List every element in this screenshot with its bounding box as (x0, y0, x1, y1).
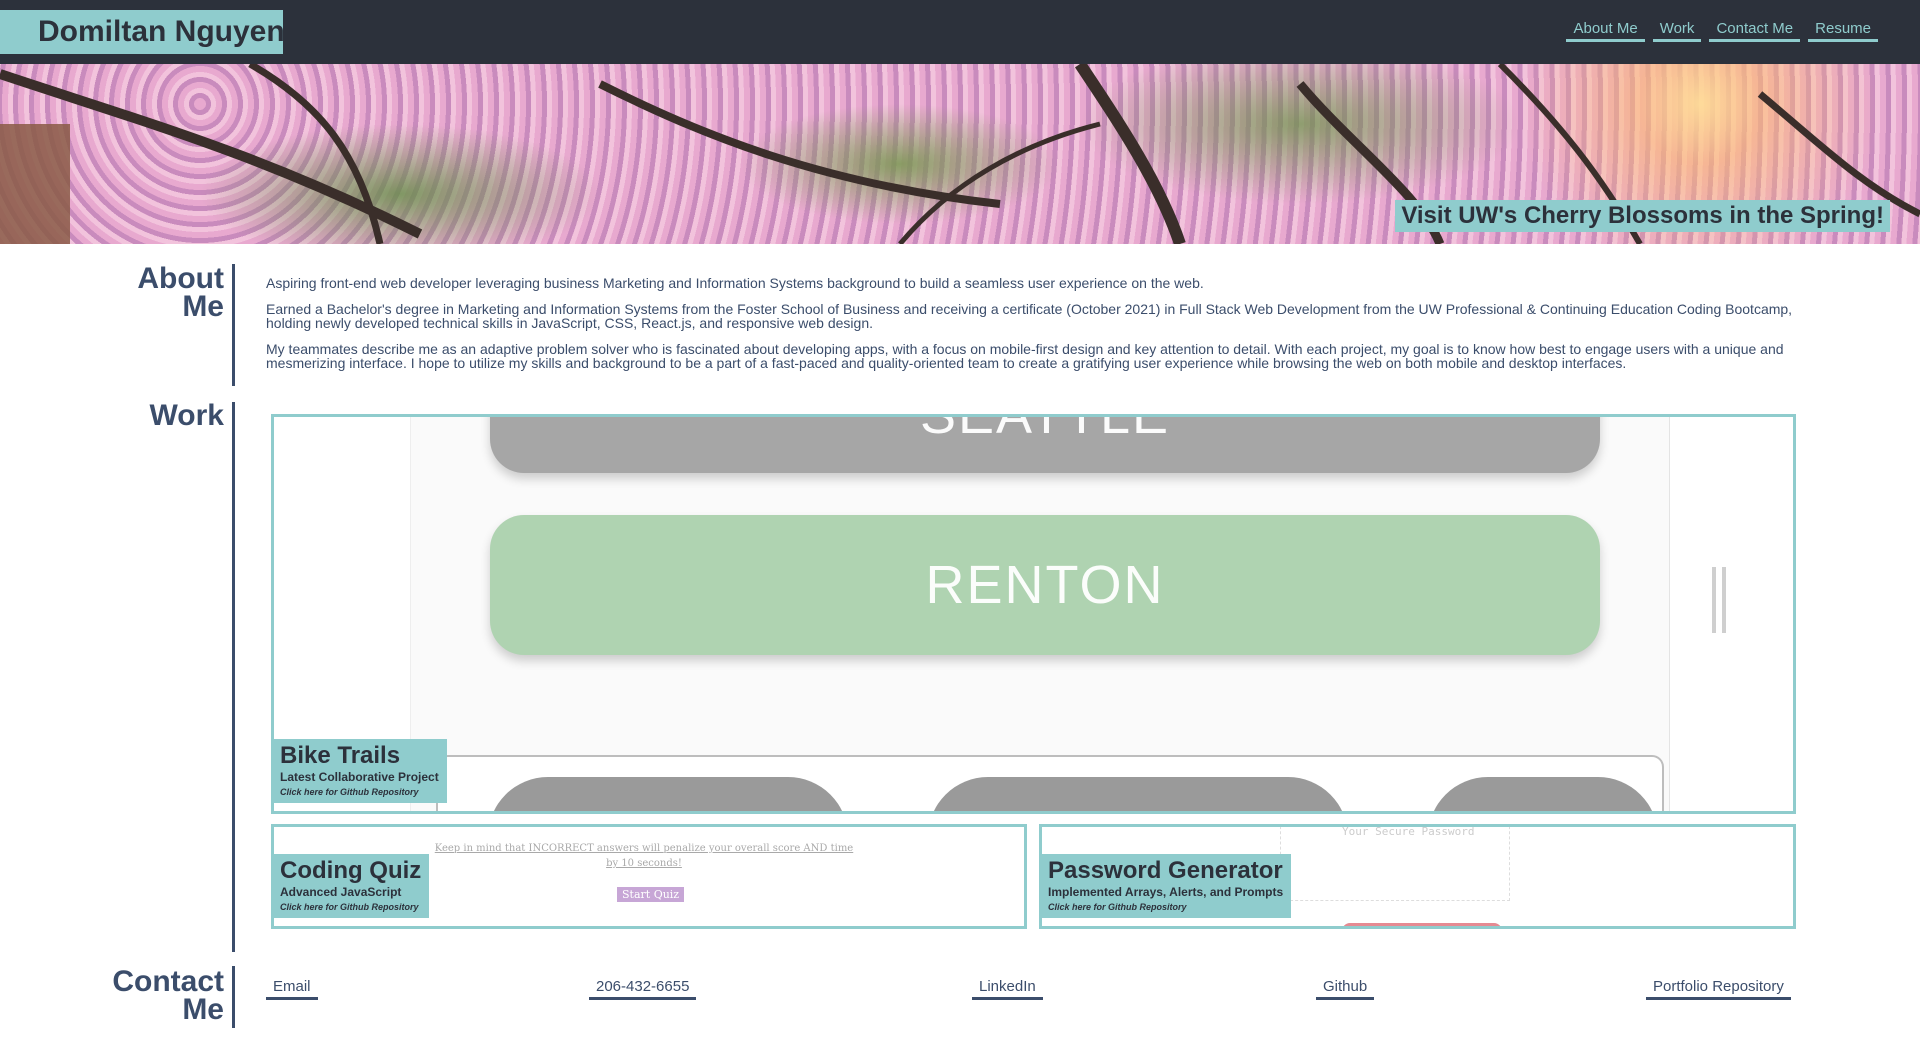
project-title: Coding Quiz (280, 857, 422, 884)
project-label: Coding Quiz Advanced JavaScript Click he… (274, 854, 430, 918)
about-paragraph-3: My teammates describe me as an adaptive … (266, 341, 1784, 371)
project-title: Bike Trails (280, 742, 401, 769)
about-heading-line1: About (137, 262, 224, 295)
contact-me-heading: Contact Me (44, 965, 224, 1026)
work-divider (232, 402, 235, 952)
contact-heading-line2: Me (182, 993, 224, 1026)
project-label: Bike Trails Latest Collaborative Project… (274, 739, 447, 803)
hero-caption: Visit UW's Cherry Blossoms in the Spring… (1395, 200, 1890, 232)
nav-contact-me[interactable]: Contact Me (1709, 20, 1801, 42)
about-me-heading: About Me (44, 262, 224, 323)
github-repo-link[interactable]: Click here for Github Repository (280, 900, 421, 914)
project-card-password-generator[interactable]: Your Secure Password Password Generator … (1039, 824, 1796, 929)
about-paragraph-1: Aspiring front-end web developer leverag… (266, 275, 1204, 291)
site-title[interactable]: Domiltan Nguyen (0, 10, 285, 54)
contact-github-link[interactable]: Github (1316, 978, 1375, 1000)
project-subtitle: Latest Collaborative Project (280, 770, 439, 784)
github-repo-link[interactable]: Click here for Github Repository (280, 785, 439, 799)
nav-resume[interactable]: Resume (1808, 20, 1878, 42)
contact-divider (232, 966, 235, 1028)
about-divider (232, 264, 235, 386)
project-label: Password Generator Implemented Arrays, A… (1042, 854, 1292, 918)
preview-tab (928, 777, 1348, 811)
main-nav: About Me Work Contact Me Resume (1566, 20, 1878, 42)
contact-heading-line1: Contact (112, 965, 224, 998)
password-preview-placeholder: Your Secure Password (1342, 825, 1475, 838)
about-heading-line2: Me (182, 290, 224, 323)
preview-tab (1428, 777, 1658, 811)
preview-scroll-handle (1722, 567, 1726, 633)
project-card-coding-quiz[interactable]: Keep in mind that INCORRECT answers will… (271, 824, 1027, 929)
preview-button-renton: RENTON (490, 515, 1600, 655)
project-subtitle: Implemented Arrays, Alerts, and Prompts (1048, 885, 1284, 899)
quiz-preview-note: Keep in mind that INCORRECT answers will… (434, 843, 854, 869)
nav-work[interactable]: Work (1652, 20, 1702, 42)
project-card-bike-trails[interactable]: SEATTLE RENTON Bike Trails Latest Collab… (271, 414, 1796, 814)
password-preview-button (1342, 923, 1502, 926)
hero-banner-cherry-blossoms: Visit UW's Cherry Blossoms in the Spring… (0, 64, 1920, 244)
nav-about-me[interactable]: About Me (1566, 20, 1645, 42)
contact-linkedin-link[interactable]: LinkedIn (972, 978, 1043, 1000)
about-me-text: Aspiring front-end web developer leverag… (266, 276, 1806, 376)
contact-email-link[interactable]: Email (266, 978, 318, 1000)
github-repo-link[interactable]: Click here for Github Repository (1048, 900, 1283, 914)
contact-phone-link[interactable]: 206-432-6655 (589, 978, 697, 1000)
preview-tab (488, 777, 848, 811)
quiz-preview-start-button: Start Quiz (617, 887, 685, 902)
work-heading: Work (149, 399, 224, 432)
project-subtitle: Advanced JavaScript (280, 885, 402, 899)
project-title: Password Generator (1048, 857, 1283, 884)
preview-button-seattle: SEATTLE (490, 417, 1600, 473)
top-navbar: Domiltan Nguyen About Me Work Contact Me… (0, 0, 1920, 64)
contact-portfolio-repo-link[interactable]: Portfolio Repository (1646, 978, 1791, 1000)
preview-scroll-handle (1712, 567, 1716, 633)
about-paragraph-2: Earned a Bachelor's degree in Marketing … (266, 301, 1793, 331)
preview-bottom-tray (436, 755, 1664, 811)
